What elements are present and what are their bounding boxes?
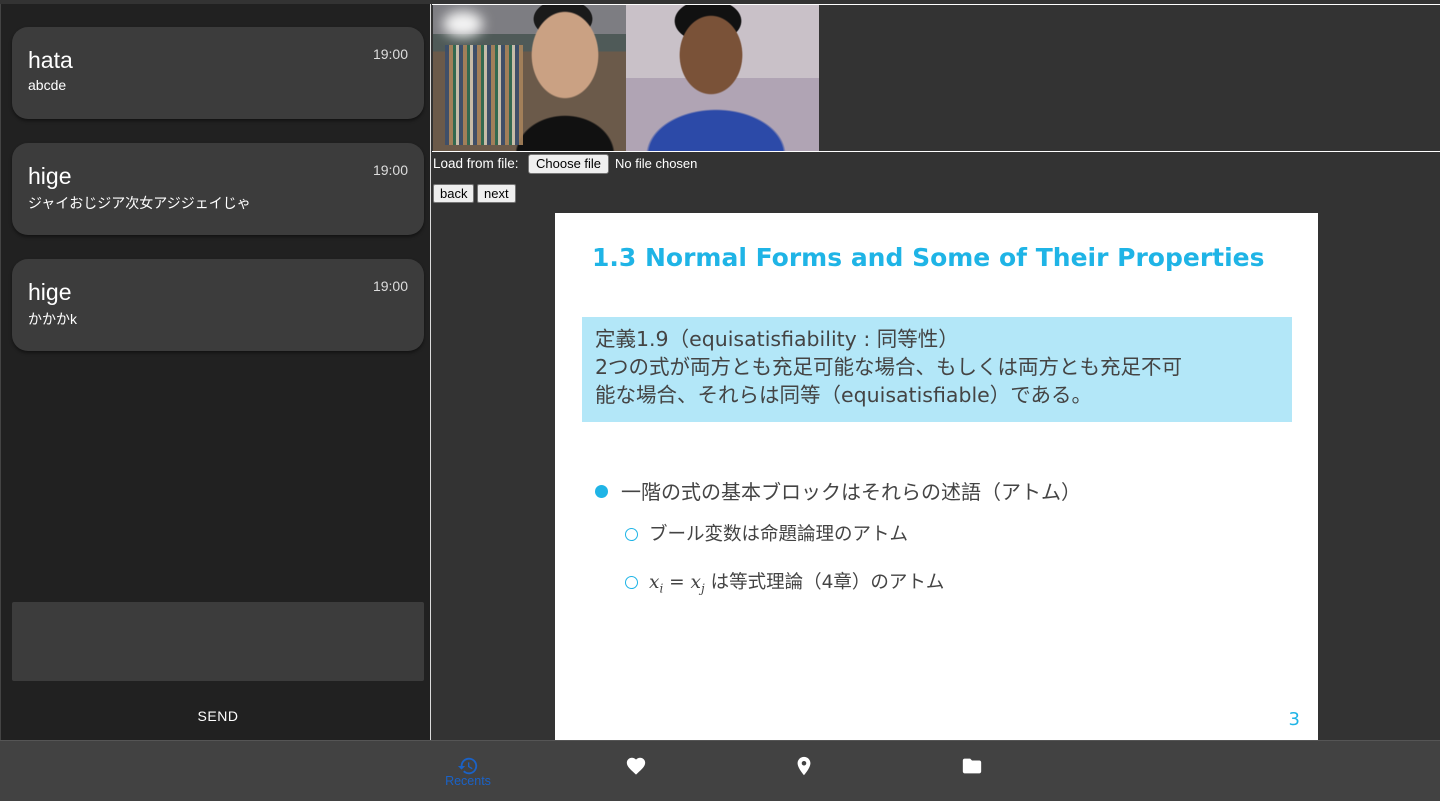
send-button[interactable]: SEND [12,700,424,730]
choose-file-button[interactable]: Choose file [528,154,610,174]
nav-recents-label: Recents [445,774,491,788]
definition-box: 定義1.9（equisatisfiability : 同等性） 2つの式が両方と… [582,317,1292,422]
video-strip [432,4,1440,151]
back-button[interactable]: back [433,184,475,203]
location-pin-icon [797,756,811,776]
sub-bullet-item: ブール変数は命題論理のアトム [625,520,908,546]
definition-heading: 定義1.9（equisatisfiability : 同等性） [595,327,959,351]
math-equals: = [663,572,691,593]
heart-icon [626,757,646,775]
sub-bullet-item: xi = xj は等式理論（4章）のアトム [625,568,944,596]
sub-bullet-text: ブール変数は命題論理のアトム [649,524,909,545]
bullet-dot-icon [595,485,608,498]
file-loader-label: Load from file: [433,156,519,171]
message-card[interactable]: hige 19:00 ジャイおじジア次女アジジェイじゃ [12,143,424,235]
bookshelf [445,45,523,145]
message-time: 19:00 [372,46,408,62]
bullet-item: 一階の式の基本ブロックはそれらの述語（アトム） [595,476,1081,505]
slide-title: 1.3 Normal Forms and Some of Their Prope… [592,243,1265,272]
message-sender: hata [28,47,73,73]
file-loader-row: Load from file: Choose file No file chos… [432,151,1440,213]
message-time: 19:00 [372,162,408,178]
chat-panel: hata 19:00 abcde hige 19:00 ジャイおじジア次女アジジ… [0,4,431,740]
message-text: かかかk [28,311,77,327]
definition-text-line: 2つの式が両方とも充足可能な場合、もしくは両方とも充足不可 [595,355,1183,379]
nav-favorites[interactable] [581,741,691,801]
message-input[interactable] [12,602,424,681]
slide-page: 1.3 Normal Forms and Some of Their Prope… [555,213,1318,740]
folder-icon [962,758,982,774]
message-time: 19:00 [372,278,408,294]
message-text: ジャイおじジア次女アジジェイじゃ [28,195,251,211]
message-text: abcde [28,77,67,93]
lamp-light [443,11,483,37]
page-number: 3 [1288,709,1300,730]
message-sender: hige [28,163,72,189]
video-feed-2[interactable] [626,5,819,151]
message-card[interactable]: hata 19:00 abcde [12,27,424,119]
message-card[interactable]: hige 19:00 かかかk [12,259,424,351]
nav-recents[interactable]: Recents [413,741,523,801]
nav-nearby[interactable] [749,741,859,801]
definition-text-line: 能な場合、それらは同等（equisatisfiable）である。 [595,383,1093,407]
slide-viewer: 1.3 Normal Forms and Some of Their Prope… [432,213,1440,740]
ring-bullet-icon [625,528,638,541]
video-feed-1[interactable] [433,5,626,151]
sub-bullet-text: は等式理論（4章）のアトム [704,572,945,593]
bottom-navigation: Recents [0,740,1440,801]
nav-folder[interactable] [917,741,1027,801]
math-var: x [649,572,660,593]
next-button[interactable]: next [477,184,516,203]
bullet-text: 一階の式の基本ブロックはそれらの述語（アトム） [621,480,1081,504]
file-status: No file chosen [615,156,698,171]
ring-bullet-icon [625,576,638,589]
message-sender: hige [28,279,72,305]
math-var: x [690,572,701,593]
